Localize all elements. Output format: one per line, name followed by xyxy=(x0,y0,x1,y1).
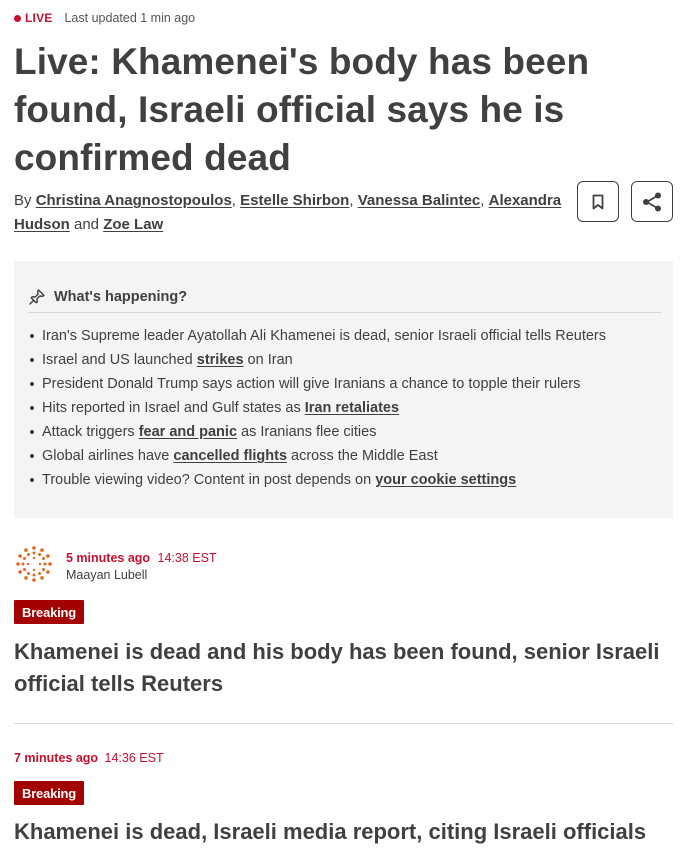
author-link[interactable]: Vanessa Balintec xyxy=(358,192,481,209)
live-status: LIVE Last updated 1 min ago xyxy=(14,9,195,27)
byline-conjunction: and xyxy=(74,216,100,233)
post-author: Maayan Lubell xyxy=(66,568,148,582)
fear-and-panic-link[interactable]: fear and panic xyxy=(139,424,237,440)
cookie-settings-link[interactable]: your cookie settings xyxy=(375,472,516,488)
post-title[interactable]: Khamenei is dead and his body has been f… xyxy=(14,636,664,700)
item-text: as Iranians flee cities xyxy=(237,424,377,440)
post-meta: 5 minutes ago 14:38 EST Maayan Lubell xyxy=(14,544,217,584)
item-text: Iran's Supreme leader Ayatollah Ali Kham… xyxy=(42,328,607,344)
list-item: Trouble viewing video? Content in post d… xyxy=(29,468,606,492)
post-timestamp: 14:36 EST xyxy=(104,751,164,765)
byline-prefix: By xyxy=(14,192,32,209)
author-link[interactable]: Estelle Shirbon xyxy=(240,192,349,209)
whats-happening-header: What's happening? xyxy=(28,281,661,313)
list-item: Hits reported in Israel and Gulf states … xyxy=(29,396,606,420)
pin-icon xyxy=(29,288,45,305)
item-text: President Donald Trump says action will … xyxy=(42,376,581,392)
author-link[interactable]: Christina Anagnostopoulos xyxy=(36,192,232,209)
cancelled-flights-link[interactable]: cancelled flights xyxy=(173,448,287,464)
breaking-badge: Breaking xyxy=(14,600,85,624)
whats-happening-title: What's happening? xyxy=(54,288,188,305)
post-timestamp: 14:38 EST xyxy=(157,551,217,565)
iran-retaliates-link[interactable]: Iran retaliates xyxy=(305,400,399,416)
author-link[interactable]: Zoe Law xyxy=(103,216,163,233)
happening-list: Iran's Supreme leader Ayatollah Ali Kham… xyxy=(24,324,606,492)
share-button[interactable] xyxy=(631,181,673,222)
item-text: Global airlines have xyxy=(42,448,174,464)
post-time-ago: 5 minutes ago xyxy=(66,551,151,565)
item-text: on Iran xyxy=(243,352,293,368)
post-meta-text: 5 minutes ago 14:38 EST Maayan Lubell xyxy=(66,544,217,582)
list-item: President Donald Trump says action will … xyxy=(29,372,606,396)
byline: By Christina Anagnostopoulos, Estelle Sh… xyxy=(14,189,574,237)
post-meta: 7 minutes ago 14:36 EST xyxy=(14,751,164,765)
byline-separator: , xyxy=(349,192,354,209)
list-item: Attack triggers fear and panic as Irania… xyxy=(29,420,606,444)
byline-separator: , xyxy=(231,192,236,209)
item-text: Trouble viewing video? Content in post d… xyxy=(42,472,376,488)
byline-separator: , xyxy=(480,192,485,209)
bookmark-icon xyxy=(592,194,604,209)
post-title[interactable]: Khamenei is dead, Israeli media report, … xyxy=(14,816,664,848)
post-time-ago: 7 minutes ago xyxy=(14,751,99,765)
live-dot-icon xyxy=(14,14,21,22)
live-label: LIVE xyxy=(25,11,53,25)
list-item: Global airlines have cancelled flights a… xyxy=(29,444,606,468)
item-text: Israel and US launched xyxy=(42,352,197,368)
bookmark-button[interactable] xyxy=(577,181,619,222)
author-avatar-icon xyxy=(16,546,52,582)
strikes-link[interactable]: strikes xyxy=(197,352,244,368)
post-divider xyxy=(14,723,673,724)
share-icon xyxy=(643,192,661,211)
item-text: Attack triggers xyxy=(42,424,139,440)
item-text: Hits reported in Israel and Gulf states … xyxy=(42,400,305,416)
page-title: Live: Khamenei's body has been found, Is… xyxy=(14,41,590,178)
whats-happening-panel: What's happening? Iran's Supreme leader … xyxy=(14,261,673,518)
breaking-badge: Breaking xyxy=(14,781,85,805)
last-updated: Last updated 1 min ago xyxy=(64,11,196,25)
list-item: Israel and US launched strikes on Iran xyxy=(29,348,606,372)
item-text: across the Middle East xyxy=(287,448,438,464)
list-item: Iran's Supreme leader Ayatollah Ali Kham… xyxy=(29,324,607,348)
